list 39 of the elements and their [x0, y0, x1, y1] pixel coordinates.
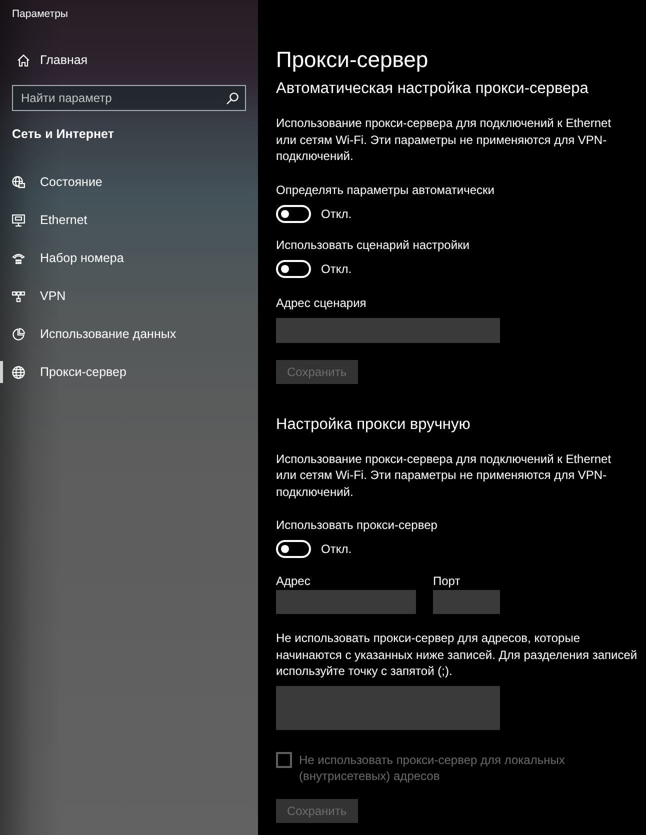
search-icon [226, 92, 239, 104]
text-field[interactable] [276, 318, 500, 342]
nav-item[interactable]: VPN [0, 285, 258, 307]
phone-icon [12, 252, 25, 264]
setting-label: Определять параметры автоматически [276, 182, 495, 198]
description-text: Использование прокси-сервера для подключений к Ethernet или сетям Wi-Fi. Эти параметры не применяются для VPN-подключений. [276, 450, 612, 500]
section-heading: Автоматическая настройка прокси-сервера [276, 79, 588, 99]
text-field[interactable] [433, 590, 500, 614]
nav-item[interactable]: Использование данных [0, 323, 258, 345]
description-text: Использование прокси-сервера для подключений к Ethernet или сетям Wi-Fi. Эти параметры не применяются для VPN-подключений. [276, 115, 612, 164]
toggle-switch[interactable] [276, 540, 311, 558]
search-field[interactable]: Найти параметр [12, 85, 246, 111]
globe-icon [12, 366, 25, 378]
category-label: Сеть и Интернет [12, 126, 114, 143]
home-icon [17, 54, 30, 66]
nav-item[interactable]: Состояние [0, 171, 258, 193]
checkbox-label: Не использовать прокси-сервер для локальных (внутрисетевых) адресов [299, 752, 566, 784]
section-heading: Настройка прокси вручную [276, 414, 470, 434]
toggle-switch[interactable] [276, 204, 311, 222]
page-title: Прокси-сервер [276, 46, 428, 74]
nav-item[interactable]: Набор номера [0, 247, 258, 269]
monitor-icon [12, 214, 25, 226]
field-label: Порт [433, 573, 462, 590]
setting-label: Использовать прокси-сервер [276, 517, 438, 534]
toggle-state-text: Откл. [321, 206, 352, 222]
field-label: Адрес [276, 573, 312, 590]
toggle-state-text: Откл. [321, 260, 352, 278]
nav-item[interactable]: Ethernet [0, 209, 258, 231]
text-field[interactable] [276, 590, 416, 614]
pie-chart-icon [12, 328, 25, 340]
description-text: Не использовать прокси-сервер для адресов, которые начинаются с указанных ниже записей. Для разделения записей используйте точку с запятой (;). [276, 630, 638, 680]
home-link[interactable]: Главная [0, 41, 258, 79]
network-nodes-icon [12, 290, 25, 302]
setting-label: Использовать сценарий настройки [276, 236, 470, 254]
toggle-state-text: Откл. [321, 541, 352, 558]
window-title: Параметры [12, 7, 68, 22]
field-label: Адрес сценария [276, 294, 368, 312]
globe-monitor-icon [12, 176, 25, 188]
toggle-switch[interactable] [276, 260, 311, 278]
